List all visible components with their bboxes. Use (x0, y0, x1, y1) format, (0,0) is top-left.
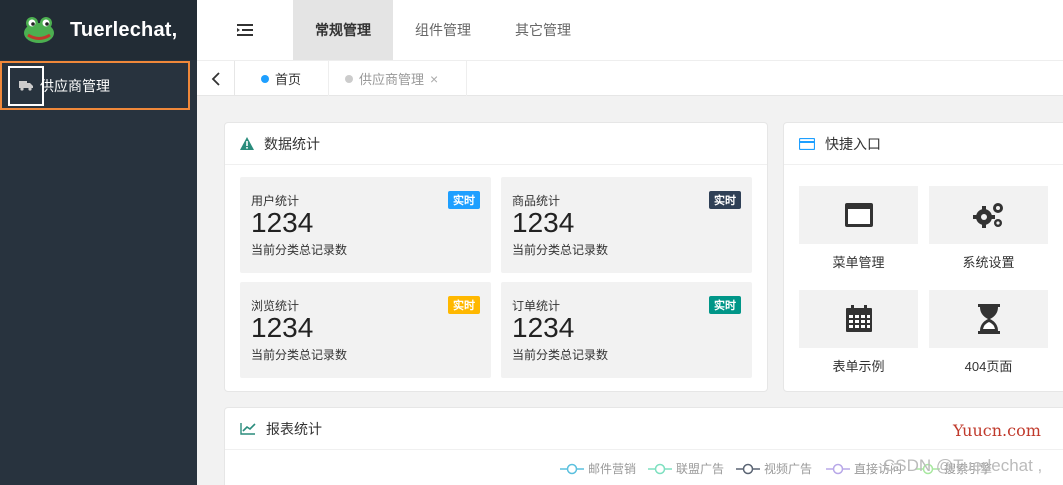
gears-icon (972, 203, 1003, 228)
realtime-badge: 实时 (709, 296, 741, 314)
quick-404-page[interactable] (929, 290, 1048, 348)
quick-label: 系统设置 (962, 255, 1015, 270)
stats-card-header: 数据统计 (225, 123, 767, 165)
tab-general-management[interactable]: 常规管理 (293, 0, 393, 60)
hourglass-icon (977, 304, 1000, 334)
page-tab-label: 首页 (275, 72, 302, 87)
stat-value: 1234 (512, 312, 575, 343)
stat-box-orders: 订单统计 实时 1234 当前分类总记录数 (501, 282, 752, 378)
realtime-badge: 实时 (448, 296, 480, 314)
sidebar-item-supplier[interactable]: 供应商管理 (0, 61, 190, 110)
stat-desc: 当前分类总记录数 (512, 243, 609, 257)
legend-marker-icon (826, 463, 850, 474)
page-tab-supplier[interactable]: 供应商管理 × (329, 61, 467, 96)
quick-entry-title: 快捷入口 (825, 135, 881, 152)
stats-card-title: 数据统计 (264, 135, 320, 152)
stat-box-users: 用户统计 实时 1234 当前分类总记录数 (240, 177, 491, 273)
tab-component-management[interactable]: 组件管理 (393, 0, 493, 60)
legend-item[interactable]: 联盟广告 (648, 460, 724, 477)
realtime-badge: 实时 (448, 191, 480, 209)
quick-label: 404页面 (964, 359, 1013, 374)
realtime-badge: 实时 (709, 191, 741, 209)
sidebar-item-label: 供应商管理 (40, 77, 110, 94)
menu-fold-icon[interactable] (237, 20, 261, 40)
stats-card: 数据统计 用户统计 实时 1234 当前分类总记录数 商品统计 实时 1234 … (224, 122, 768, 392)
inactive-dot-icon (345, 74, 353, 83)
page-tab-label: 供应商管理 (359, 72, 425, 87)
report-card-title: 报表统计 (266, 420, 322, 437)
logo[interactable]: Tuerlechat, (0, 0, 197, 60)
app-title: Tuerlechat, (70, 18, 178, 41)
page-tab-home[interactable]: 首页 (235, 61, 329, 96)
legend-item[interactable]: 邮件营销 (560, 460, 636, 477)
stat-box-views: 浏览统计 实时 1234 当前分类总记录数 (240, 282, 491, 378)
active-dot-icon (261, 74, 269, 83)
frog-logo-icon (22, 15, 56, 45)
stat-desc: 当前分类总记录数 (251, 243, 348, 257)
window-icon (844, 203, 873, 227)
warning-icon (240, 137, 254, 150)
chevron-left-icon[interactable] (197, 61, 235, 96)
legend-label: 邮件营销 (588, 462, 637, 476)
legend-marker-icon (736, 463, 760, 474)
quick-form-example[interactable] (799, 290, 918, 348)
legend-marker-icon (560, 463, 584, 474)
quick-system-settings[interactable] (929, 186, 1048, 244)
line-chart-icon (240, 423, 256, 435)
csdn-watermark: CSDN @Tuerlechat , (883, 456, 1043, 475)
stat-desc: 当前分类总记录数 (512, 348, 609, 362)
legend-item[interactable]: 视频广告 (736, 460, 812, 477)
tab-other-management[interactable]: 其它管理 (493, 0, 593, 60)
site-watermark: Yuucn.com (953, 421, 1041, 440)
sidebar: Tuerlechat, 供应商管理 (0, 0, 197, 485)
quick-entry-card: 快捷入口 菜单管理 系统设置 表单示例 404页面 (783, 122, 1063, 392)
quick-entry-header: 快捷入口 (784, 123, 1063, 165)
close-icon[interactable]: × (430, 71, 438, 87)
quick-label: 菜单管理 (832, 255, 885, 270)
stat-value: 1234 (512, 207, 575, 238)
legend-marker-icon (648, 463, 672, 474)
top-header: 常规管理 组件管理 其它管理 (197, 0, 1063, 60)
quick-label: 表单示例 (832, 359, 885, 374)
legend-label: 联盟广告 (676, 462, 725, 476)
page-tabbar: 首页 供应商管理 × (197, 60, 1063, 96)
report-card-header: 报表统计 (225, 408, 1063, 450)
stat-value: 1234 (251, 312, 314, 343)
stat-value: 1234 (251, 207, 314, 238)
quick-menu-management[interactable] (799, 186, 918, 244)
credit-card-icon (799, 137, 815, 150)
stat-desc: 当前分类总记录数 (251, 348, 348, 362)
legend-label: 视频广告 (764, 462, 813, 476)
stat-box-products: 商品统计 实时 1234 当前分类总记录数 (501, 177, 752, 273)
truck-icon (8, 65, 44, 106)
calendar-icon (845, 305, 872, 332)
